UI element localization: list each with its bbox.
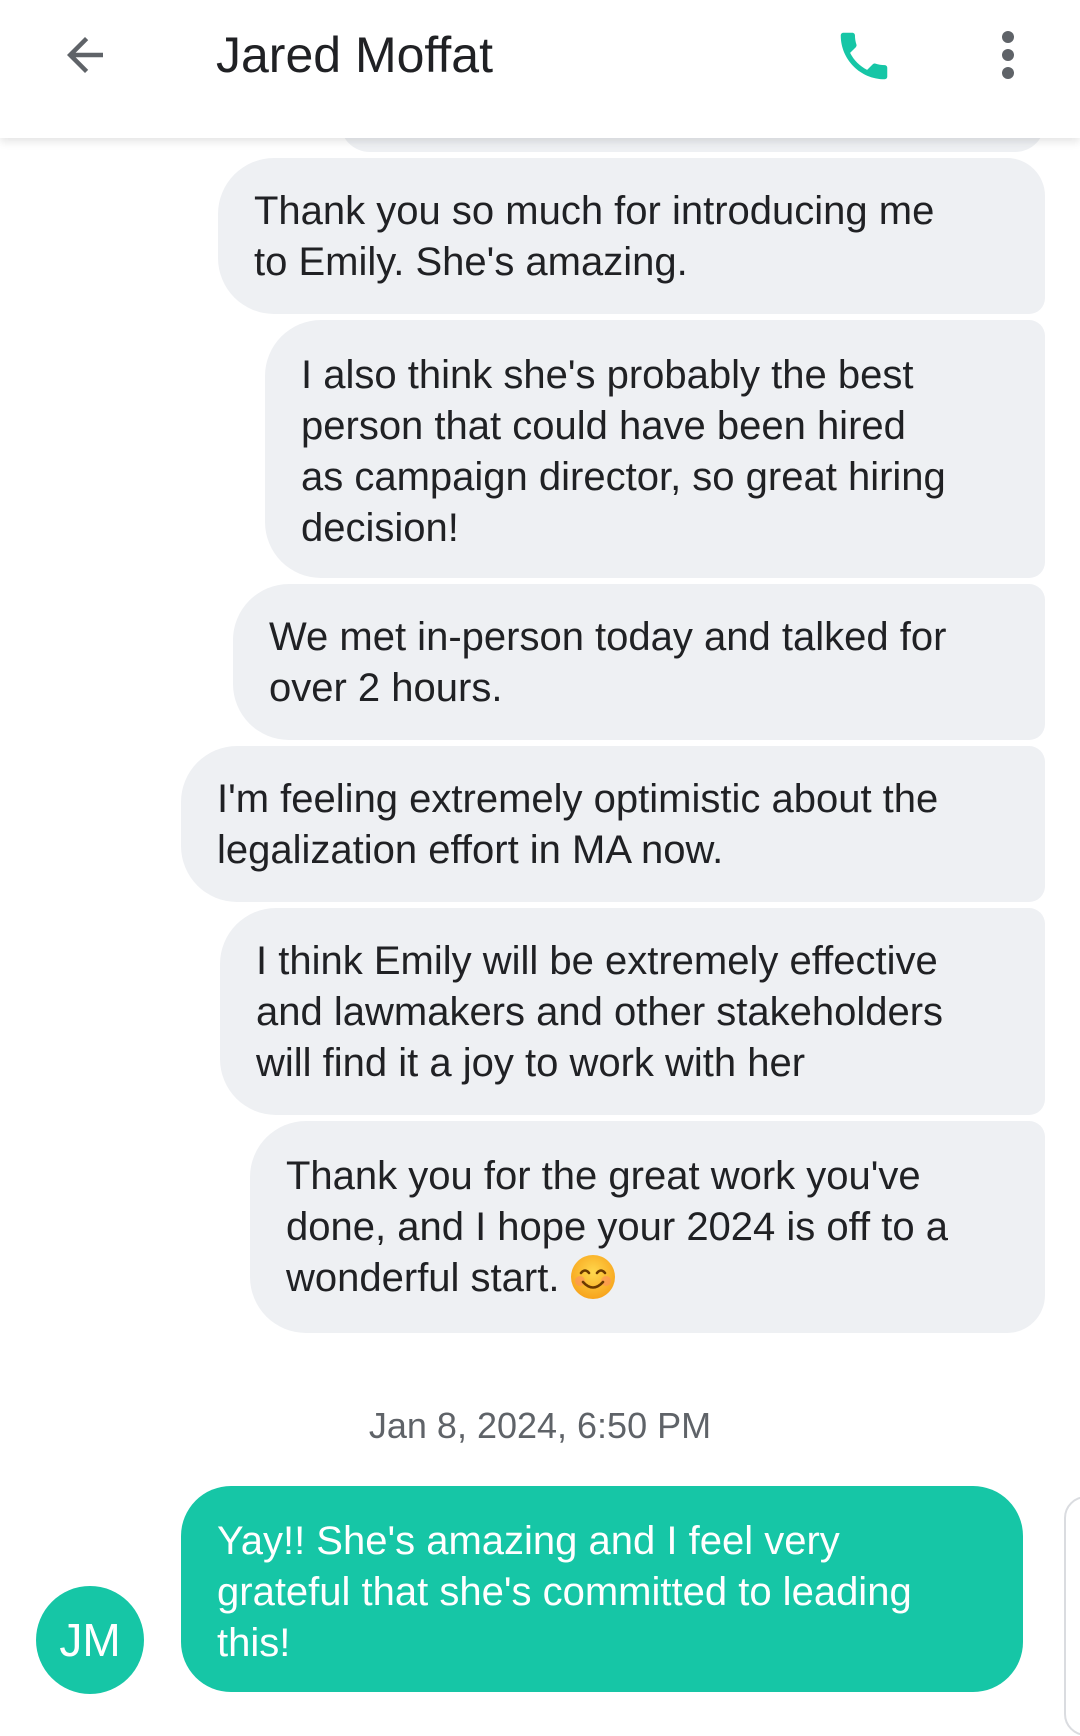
arrow-left-icon xyxy=(58,28,112,87)
message-line: grateful that she's committed to leading xyxy=(217,1570,912,1614)
incoming-message-bubble[interactable]: I think Emily will be extremely effectiv… xyxy=(220,908,1045,1115)
edge-panel xyxy=(1064,1496,1080,1736)
message-line: this! xyxy=(217,1621,291,1665)
incoming-message-bubble[interactable]: I also think she's probably the best per… xyxy=(265,320,1045,578)
message-line: I think Emily will be extremely effectiv… xyxy=(256,939,938,983)
message-timestamp: Jan 8, 2024, 6:50 PM xyxy=(368,1405,712,1446)
incoming-message-bubble[interactable]: I'm feeling extremely optimistic about t… xyxy=(181,746,1045,902)
incoming-message-bubble[interactable]: We met in-person today and talked for ov… xyxy=(233,584,1045,740)
more-options-button[interactable] xyxy=(980,22,1036,92)
incoming-message-bubble[interactable]: Thank you for the great work you've done… xyxy=(250,1121,1045,1333)
message-line: legalization effort in MA now. xyxy=(217,828,724,872)
message-line: to Emily. She's amazing. xyxy=(254,240,688,284)
message-line: I'm feeling extremely optimistic about t… xyxy=(217,777,939,821)
avatar[interactable]: JM xyxy=(36,1586,144,1694)
app-bar: Jared Moffat xyxy=(0,0,1080,138)
message-line: over 2 hours. xyxy=(269,666,503,710)
phone-icon xyxy=(833,25,895,92)
message-line-with-emoji: wonderful start. xyxy=(286,1253,1025,1304)
message-line: person that could have been hired xyxy=(301,404,906,448)
message-line: and lawmakers and other stakeholders xyxy=(256,990,944,1034)
message-line: Thank you so much for introducing me xyxy=(254,189,935,233)
message-line: Yay!! She's amazing and I feel very xyxy=(217,1519,840,1563)
message-line: will find it a joy to work with her xyxy=(256,1041,806,1085)
more-vert-icon xyxy=(998,27,1018,88)
message-line: We met in-person today and talked for xyxy=(269,615,947,659)
message-line: decision! xyxy=(301,506,459,550)
outgoing-message-bubble[interactable]: Yay!! She's amazing and I feel very grat… xyxy=(181,1486,1023,1692)
incoming-message-bubble[interactable]: Thank you so much for introducing me to … xyxy=(218,158,1045,314)
conversation-title: Jared Moffat xyxy=(216,27,494,83)
message-line: I also think she's probably the best xyxy=(301,353,914,397)
message-line: Thank you for the great work you've xyxy=(286,1154,921,1198)
back-button[interactable] xyxy=(50,22,120,92)
message-text: wonderful start. xyxy=(286,1256,560,1300)
message-line: as campaign director, so great hiring xyxy=(301,455,946,499)
smiling-face-emoji xyxy=(569,1253,617,1301)
call-button[interactable] xyxy=(826,20,902,96)
avatar-initials: JM xyxy=(59,1614,121,1666)
message-line: done, and I hope your 2024 is off to a xyxy=(286,1205,948,1249)
